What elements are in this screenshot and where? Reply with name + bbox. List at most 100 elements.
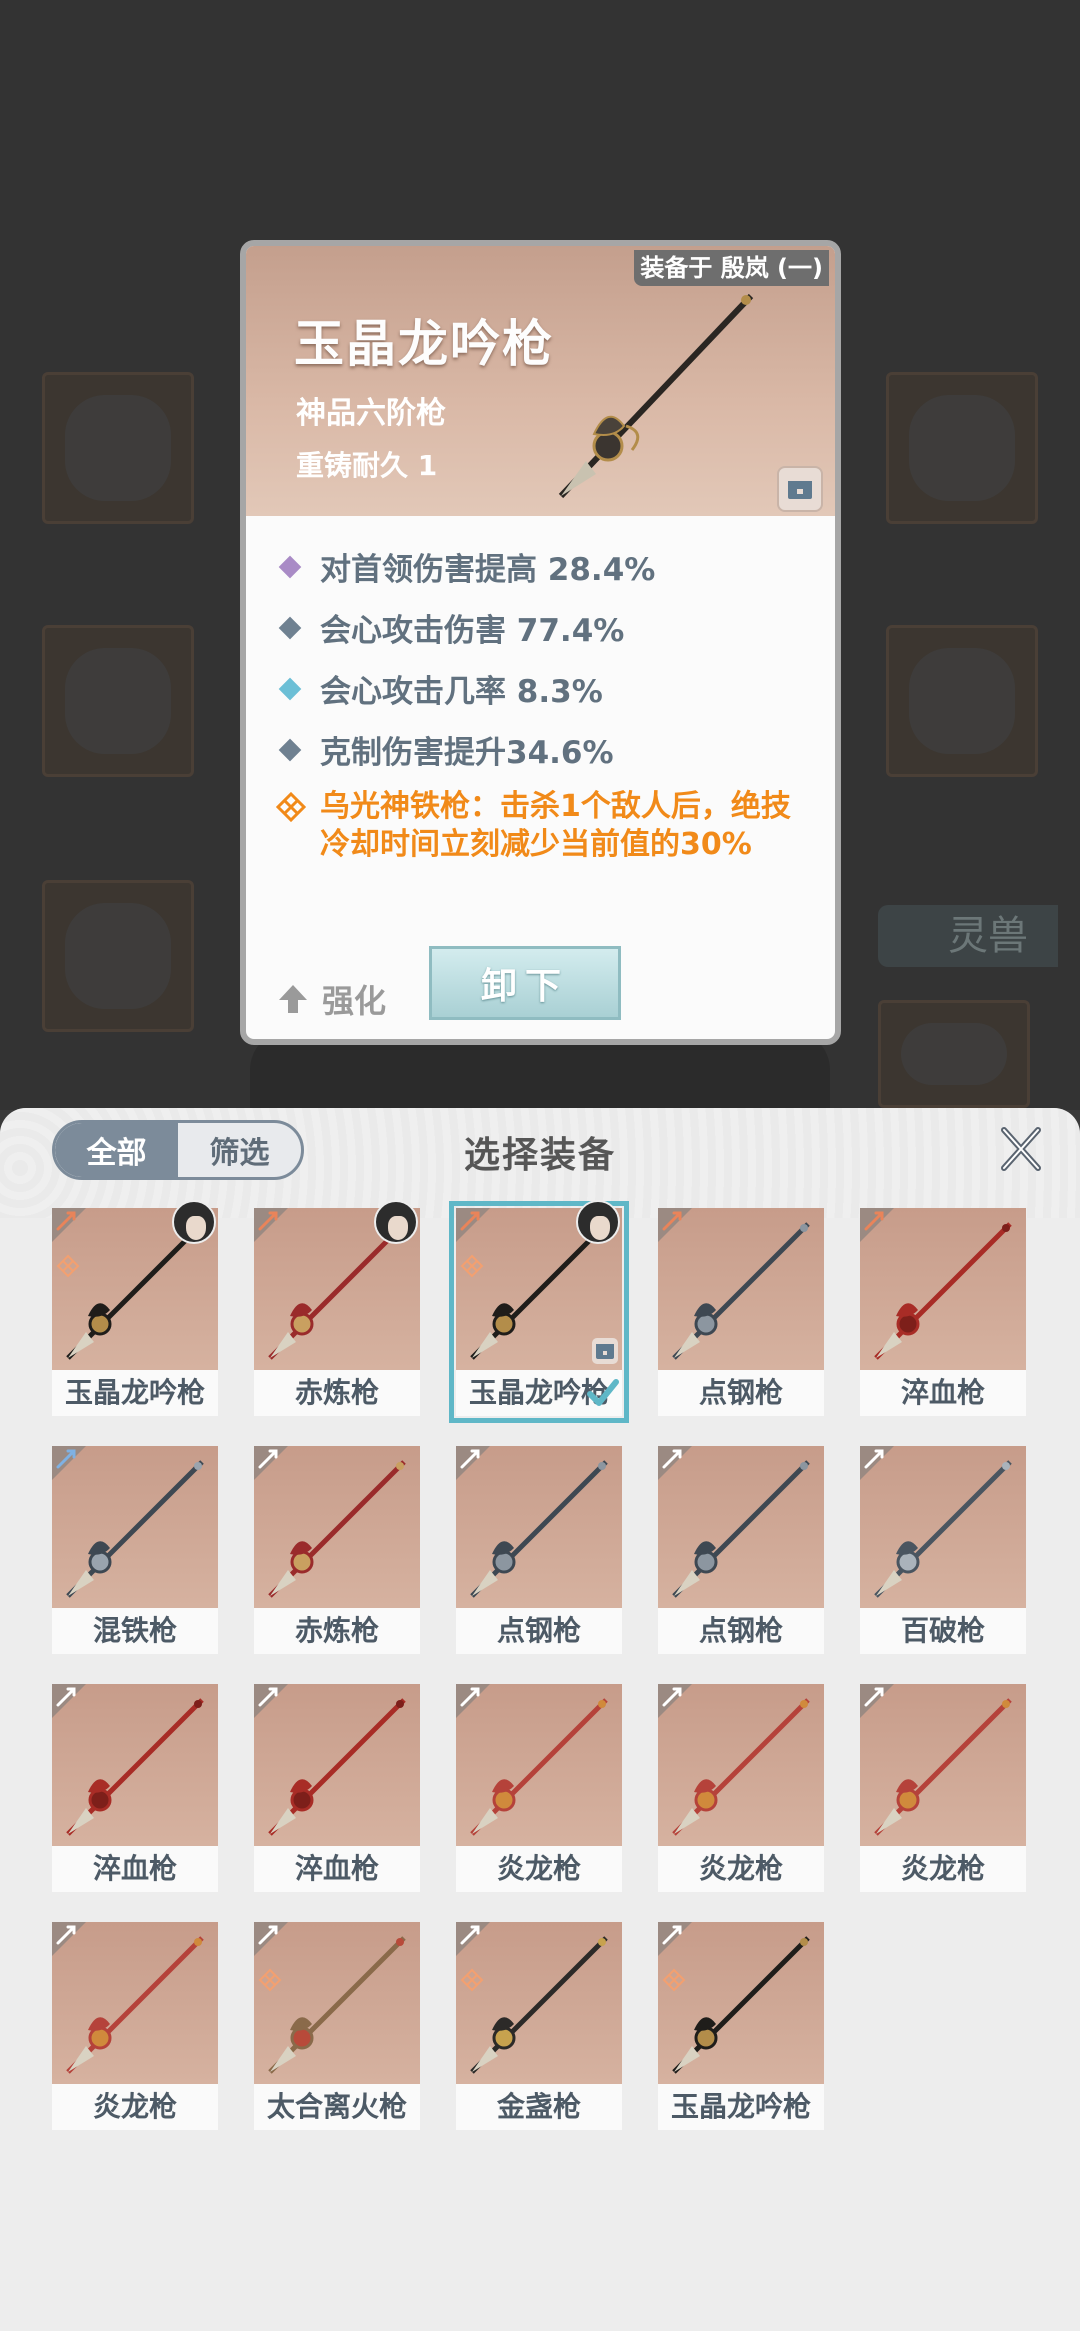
item-reforge-durability: 重铸耐久 1: [296, 449, 438, 482]
equipment-tile[interactable]: 炎龙枪: [658, 1684, 824, 1892]
skill-diamond-icon: [460, 1254, 484, 1278]
equipment-tile[interactable]: 淬血枪: [52, 1684, 218, 1892]
equipment-tile[interactable]: 混铁枪: [52, 1446, 218, 1654]
card-header: 装备于 殷岚 (一) 玉晶龙吟枪 神品六阶枪 重铸耐久 1: [246, 246, 835, 516]
spear-type-icon: [56, 1211, 76, 1231]
lock-icon[interactable]: [777, 466, 823, 512]
bg-equip-slot: [878, 1000, 1030, 1108]
attribute-row: 会心攻击伤害 77.4%: [276, 597, 816, 658]
equipment-name: 点钢枪: [658, 1370, 824, 1416]
equipment-tile[interactable]: 赤炼枪: [254, 1446, 420, 1654]
unequip-button[interactable]: 卸下: [429, 946, 621, 1020]
equipped-on-label: 装备于 殷岚 (一): [634, 250, 829, 286]
spear-type-icon: [460, 1925, 480, 1945]
lock-icon: [592, 1338, 618, 1364]
equipment-tile[interactable]: 炎龙枪: [52, 1922, 218, 2130]
spear-type-icon: [258, 1687, 278, 1707]
sheet-title: 选择装备: [463, 1135, 616, 1176]
attribute-row: 会心攻击几率 8.3%: [276, 658, 816, 719]
equipment-tile[interactable]: 赤炼枪: [254, 1200, 420, 1416]
spear-type-icon: [258, 1925, 278, 1945]
equipment-name: 炎龙枪: [658, 1846, 824, 1892]
equipment-tile[interactable]: 玉晶龙吟枪: [658, 1922, 824, 2130]
equipment-tile[interactable]: 炎龙枪: [860, 1684, 1026, 1892]
close-button[interactable]: [992, 1120, 1050, 1178]
bg-pet-tab: 灵兽: [878, 905, 1058, 967]
arrow-up-icon: [279, 985, 307, 1013]
equipment-name: 炎龙枪: [52, 2084, 218, 2130]
equipment-tile[interactable]: 淬血枪: [254, 1684, 420, 1892]
spear-type-icon: [662, 1449, 682, 1469]
skill-diamond-icon: [56, 1254, 80, 1278]
spear-type-icon: [864, 1449, 884, 1469]
spear-type-icon: [258, 1449, 278, 1469]
attribute-row: 克制伤害提升34.6%: [276, 719, 816, 780]
spear-type-icon: [460, 1687, 480, 1707]
spear-type-icon: [460, 1211, 480, 1231]
spear-type-icon: [56, 1449, 76, 1469]
diamond-icon: [278, 738, 302, 761]
equipment-name: 淬血枪: [52, 1846, 218, 1892]
item-grade: 神品六阶枪: [296, 396, 446, 431]
bg-equip-slot: [42, 880, 194, 1032]
equipment-name: 金盏枪: [456, 2084, 622, 2130]
attribute-text: 会心攻击伤害 77.4%: [320, 613, 625, 649]
close-x-icon: [1001, 1127, 1041, 1171]
avatar: [172, 1200, 216, 1244]
skill-diamond-icon: [276, 792, 306, 822]
equipment-tile[interactable]: 百破枪: [860, 1446, 1026, 1654]
spear-type-icon: [56, 1687, 76, 1707]
diamond-icon: [278, 555, 302, 578]
special-skill-line1: 乌光神铁枪：击杀1个敌人后，绝技: [320, 789, 791, 824]
skill-diamond-icon: [460, 1968, 484, 1992]
equipment-name: 太合离火枪: [254, 2084, 420, 2130]
check-icon: [587, 1379, 619, 1406]
equipment-name: 炎龙枪: [456, 1846, 622, 1892]
diamond-icon: [278, 677, 302, 700]
equipment-name: 点钢枪: [658, 1608, 824, 1654]
bg-equip-slot: [886, 372, 1038, 524]
special-skill: 乌光神铁枪：击杀1个敌人后，绝技 冷却时间立刻减少当前值的30%: [276, 788, 816, 864]
attribute-row: 对首领伤害提高 28.4%: [276, 536, 816, 597]
equipment-tile[interactable]: 太合离火枪: [254, 1922, 420, 2130]
spear-type-icon: [662, 1211, 682, 1231]
attribute-text: 对首领伤害提高 28.4%: [320, 552, 656, 588]
spear-type-icon: [662, 1687, 682, 1707]
equipment-tile[interactable]: 炎龙枪: [456, 1684, 622, 1892]
avatar: [374, 1200, 418, 1244]
equipment-tile[interactable]: 金盏枪: [456, 1922, 622, 2130]
spear-type-icon: [56, 1925, 76, 1945]
equipment-name: 点钢枪: [456, 1608, 622, 1654]
attribute-text: 克制伤害提升34.6%: [320, 735, 614, 771]
spear-type-icon: [864, 1687, 884, 1707]
equipment-name: 赤炼枪: [254, 1370, 420, 1416]
bg-equip-slot: [42, 372, 194, 524]
attribute-list: 对首领伤害提高 28.4% 会心攻击伤害 77.4% 会心攻击几率 8.3% 克…: [276, 536, 816, 864]
skill-diamond-icon: [258, 1968, 282, 1992]
special-skill-line2: 冷却时间立刻减少当前值的30%: [320, 827, 752, 862]
bg-equip-slot: [886, 625, 1038, 777]
equipment-tile[interactable]: 点钢枪: [658, 1446, 824, 1654]
equipment-tile[interactable]: 玉晶龙吟枪: [449, 1200, 629, 1423]
equipment-detail-card: 装备于 殷岚 (一) 玉晶龙吟枪 神品六阶枪 重铸耐久 1 对首领伤害提高 28…: [240, 240, 841, 1045]
spear-type-icon: [864, 1211, 884, 1231]
equipment-tile[interactable]: 玉晶龙吟枪: [52, 1200, 218, 1416]
equipment-tile[interactable]: 点钢枪: [456, 1446, 622, 1654]
equipment-tile[interactable]: 点钢枪: [658, 1208, 824, 1416]
spear-type-icon: [258, 1211, 278, 1231]
equipment-name: 炎龙枪: [860, 1846, 1026, 1892]
skill-diamond-icon: [662, 1968, 686, 1992]
avatar: [576, 1200, 620, 1244]
bg-equip-slot: [42, 625, 194, 777]
equipment-name: 百破枪: [860, 1608, 1026, 1654]
spear-type-icon: [662, 1925, 682, 1945]
equipment-name: 赤炼枪: [254, 1608, 420, 1654]
spear-type-icon: [460, 1449, 480, 1469]
equipment-tile[interactable]: 淬血枪: [860, 1208, 1026, 1416]
equipment-name: 混铁枪: [52, 1608, 218, 1654]
equipment-name: 淬血枪: [860, 1370, 1026, 1416]
equipment-name: 玉晶龙吟枪: [658, 2084, 824, 2130]
select-equipment-sheet: 全部 筛选 选择装备 玉晶龙吟枪 赤炼枪 玉晶龙吟枪 点钢枪 淬血枪 混铁枪 赤炼枪 点钢枪点…: [0, 1108, 1080, 2331]
equipment-name: 淬血枪: [254, 1846, 420, 1892]
upgrade-button[interactable]: 强化: [276, 976, 386, 1022]
